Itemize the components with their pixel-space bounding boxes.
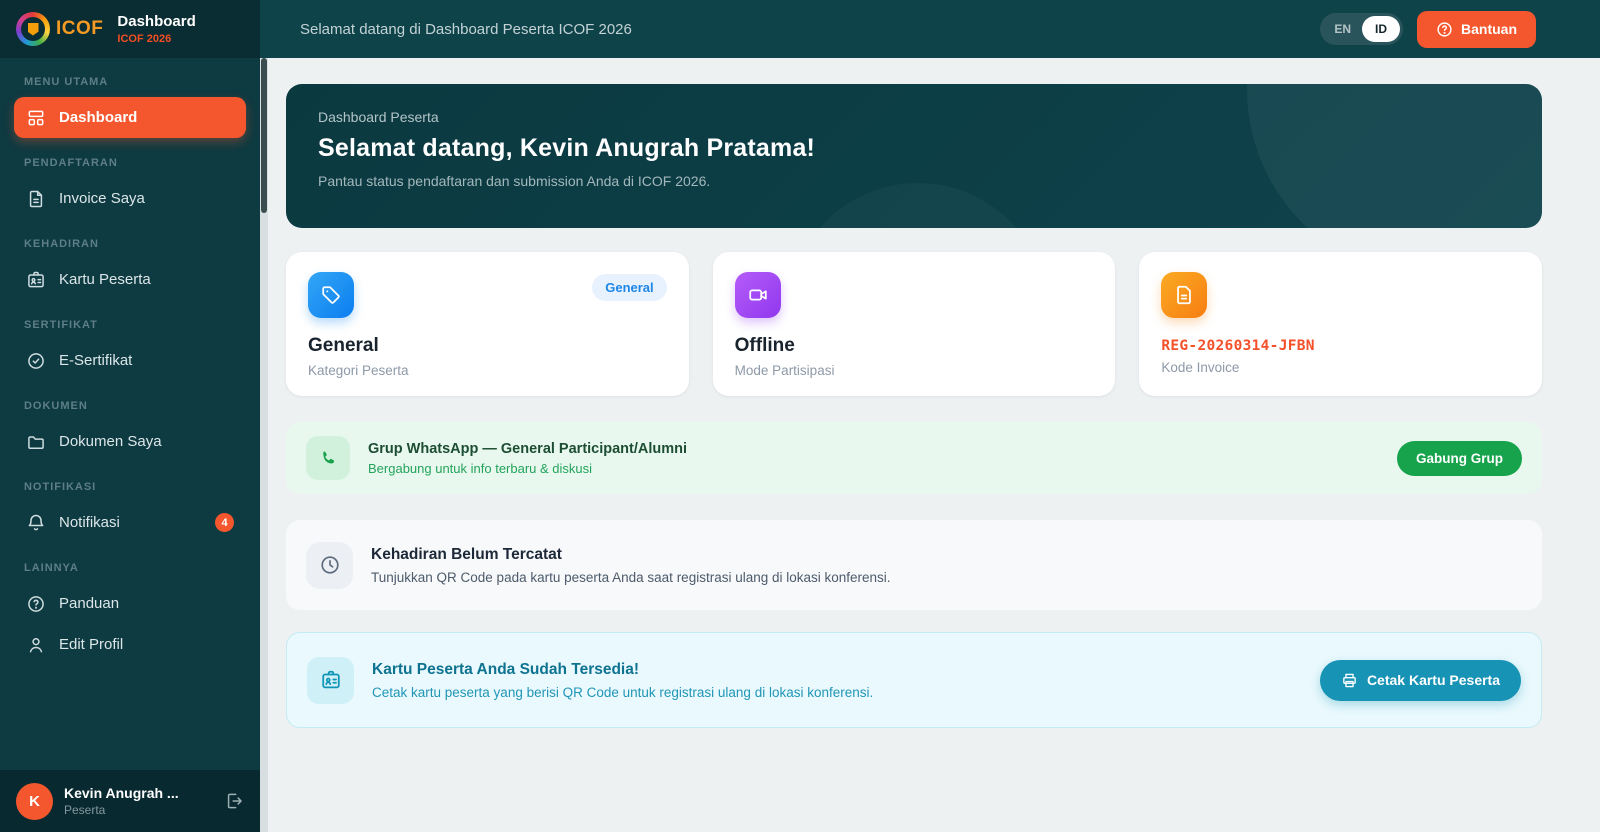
sidebar-item-label: Invoice Saya [59, 190, 145, 207]
sidebar-item-label: E-Sertifikat [59, 352, 133, 369]
sidebar-nav: MENU UTAMA Dashboard PENDAFTARAN Invoice… [0, 58, 260, 770]
sidebar-item-dokumen-saya[interactable]: Dokumen Saya [14, 421, 246, 462]
page-title: Dashboard [117, 13, 196, 31]
section-label-pendaftaran: PENDAFTARAN [24, 157, 118, 169]
id-card-icon [28, 271, 44, 287]
sidebar-item-label: Panduan [59, 595, 120, 612]
welcome-banner: Dashboard Peserta Selamat datang, Kevin … [286, 84, 1542, 228]
section-label-dokumen: DOKUMEN [24, 400, 88, 412]
help-circle-icon [28, 595, 44, 612]
phone-icon [306, 436, 350, 480]
clock-icon [306, 541, 353, 589]
bell-icon [28, 514, 44, 530]
user-role: Peserta [64, 803, 106, 817]
user-icon [29, 637, 43, 652]
file-icon [1161, 272, 1208, 318]
print-card-button-label: Cetak Kartu Peserta [1366, 672, 1500, 688]
sidebar-item-label: Notifikasi [59, 514, 120, 531]
folder-icon [28, 435, 44, 449]
sidebar-item-notifikasi[interactable]: Notifikasi 4 [14, 502, 246, 543]
attendance-title: Kehadiran Belum Tercatat [371, 545, 562, 563]
invoice-icon [29, 190, 43, 207]
tag-icon [308, 272, 354, 318]
logout-button[interactable] [224, 791, 244, 811]
avatar: K [16, 782, 53, 820]
join-group-button[interactable]: Gabung Grup [1397, 440, 1522, 476]
section-label-sertifikat: SERTIFIKAT [24, 319, 98, 331]
sidebar: ICOF Dashboard ICOF 2026 MENU UTAMA Dash… [0, 0, 268, 832]
stat-subtitle-mode: Mode Partisipasi [734, 363, 835, 378]
welcome-eyebrow: Dashboard Peserta [318, 109, 439, 125]
welcome-title: Selamat datang, Kevin Anugrah Pratama! [318, 134, 816, 162]
notification-count-badge: 4 [215, 513, 234, 532]
sidebar-item-e-sertifikat[interactable]: E-Sertifikat [14, 340, 246, 381]
stat-card-mode: Offline Mode Partisipasi [712, 252, 1116, 396]
icof-logo-emblem-icon [16, 12, 50, 46]
participant-card-banner: Kartu Peserta Anda Sudah Tersedia! Cetak… [286, 632, 1542, 728]
whatsapp-subtitle: Bergabung untuk info terbaru & diskusi [368, 460, 593, 476]
participant-card-subtitle: Cetak kartu peserta yang berisi QR Code … [372, 684, 874, 700]
sidebar-item-invoice-saya[interactable]: Invoice Saya [14, 178, 246, 219]
stat-card-category: General General Kategori Peserta [286, 252, 689, 396]
help-button-label: Bantuan [1461, 21, 1517, 37]
stat-title-mode: Offline [734, 335, 795, 356]
lang-option-en[interactable]: EN [1323, 16, 1362, 42]
user-name: Kevin Anugrah ... [64, 785, 179, 801]
scrollbar-thumb[interactable] [261, 58, 267, 213]
section-label-menu-utama: MENU UTAMA [24, 76, 109, 88]
whatsapp-banner: Grup WhatsApp — General Participant/Alum… [286, 422, 1542, 494]
section-label-lainnya: LAINNYA [24, 562, 79, 574]
main-area: Selamat datang di Dashboard Peserta ICOF… [260, 0, 1600, 832]
section-label-kehadiran: KEHADIRAN [24, 238, 99, 250]
id-card-icon [307, 656, 354, 704]
video-camera-icon [734, 272, 781, 318]
sidebar-item-label: Kartu Peserta [59, 271, 151, 288]
language-toggle[interactable]: EN ID [1320, 13, 1403, 45]
logout-icon [227, 793, 242, 809]
dashboard-icon [28, 110, 44, 125]
stat-card-invoice-code: REG-20260314-JFBN Kode Invoice [1139, 252, 1542, 396]
sidebar-header: ICOF Dashboard ICOF 2026 [0, 0, 260, 58]
stat-subtitle-category: Kategori Peserta [308, 363, 409, 378]
welcome-subtitle: Pantau status pendaftaran dan submission… [318, 173, 711, 189]
sidebar-item-panduan[interactable]: Panduan [14, 583, 246, 624]
lang-option-id[interactable]: ID [1362, 16, 1400, 42]
sidebar-item-edit-profil[interactable]: Edit Profil [14, 624, 246, 665]
badge-check-icon [28, 352, 44, 369]
event-label: ICOF 2026 [117, 32, 172, 45]
help-circle-icon [1437, 21, 1452, 37]
content: Dashboard Peserta Selamat datang, Kevin … [260, 58, 1600, 832]
sidebar-scrollbar[interactable] [260, 58, 268, 832]
sidebar-item-label: Edit Profil [59, 636, 124, 653]
user-footer: K Kevin Anugrah ... Peserta [0, 770, 260, 832]
help-button[interactable]: Bantuan [1417, 10, 1536, 48]
print-card-button[interactable]: Cetak Kartu Peserta [1319, 659, 1521, 701]
section-label-notifikasi: NOTIFIKASI [24, 481, 97, 493]
stat-cards: General General Kategori Peserta Offline… [286, 252, 1542, 396]
stat-title-category: General [308, 335, 379, 356]
sidebar-item-label: Dokumen Saya [59, 433, 162, 450]
whatsapp-title: Grup WhatsApp — General Participant/Alum… [368, 440, 688, 457]
sidebar-item-label: Dashboard [59, 109, 138, 126]
attendance-subtitle: Tunjukkan QR Code pada kartu peserta And… [371, 569, 891, 585]
category-badge: General [592, 274, 667, 301]
icof-logo-text: ICOF [56, 18, 104, 39]
invoice-code: REG-20260314-JFBN [1161, 338, 1315, 354]
topbar-welcome-text: Selamat datang di Dashboard Peserta ICOF… [300, 20, 632, 38]
sidebar-item-kartu-peserta[interactable]: Kartu Peserta [14, 259, 246, 300]
attendance-banner: Kehadiran Belum Tercatat Tunjukkan QR Co… [286, 520, 1542, 610]
sidebar-item-dashboard[interactable]: Dashboard [14, 97, 246, 138]
printer-icon [1343, 673, 1356, 687]
participant-card-title: Kartu Peserta Anda Sudah Tersedia! [372, 660, 640, 678]
stat-subtitle-invoice: Kode Invoice [1161, 360, 1240, 375]
topbar: Selamat datang di Dashboard Peserta ICOF… [260, 0, 1600, 58]
icof-logo: ICOF [16, 12, 103, 46]
